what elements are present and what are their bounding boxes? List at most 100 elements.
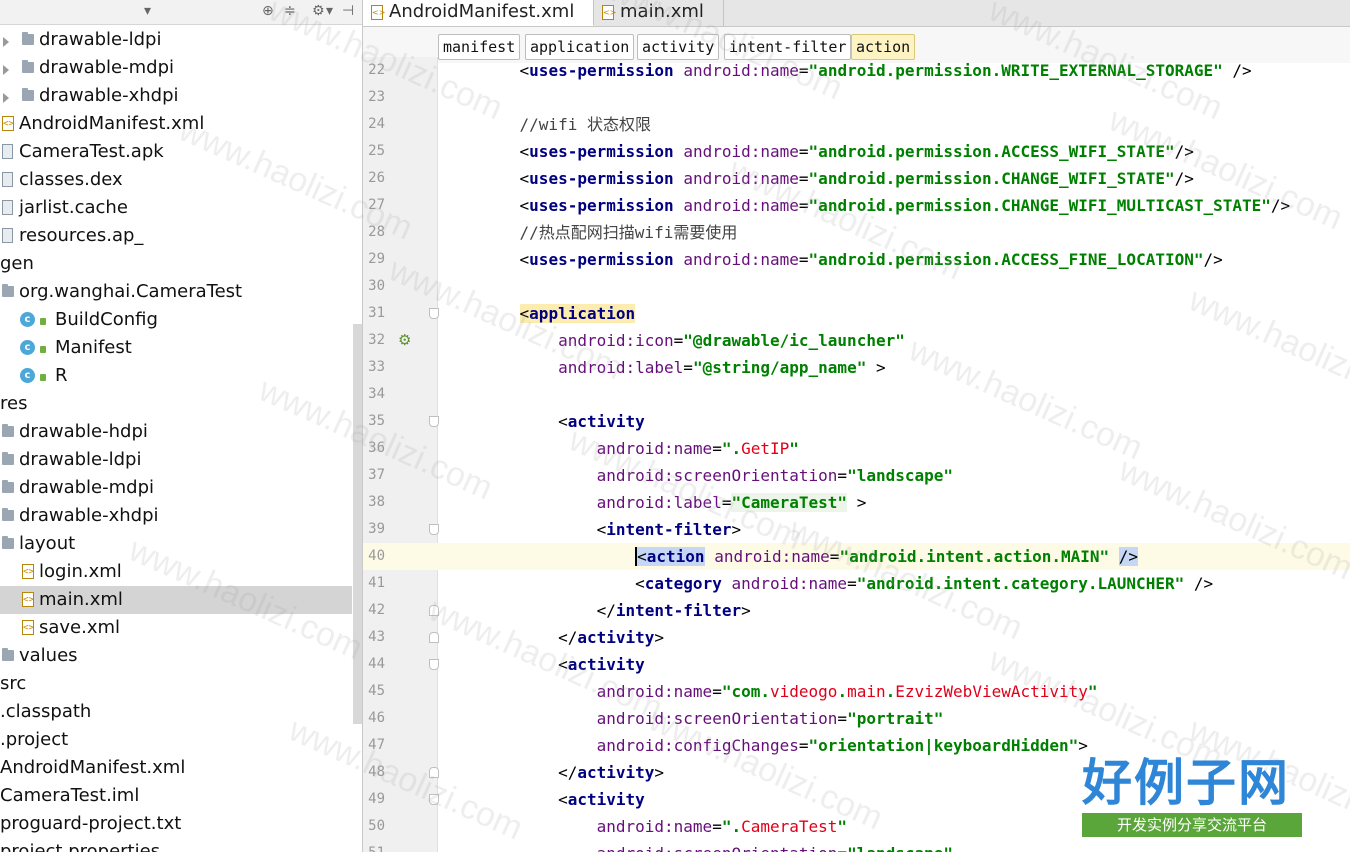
- code-line[interactable]: 45 android:name="com.videogo.main.EzvizW…: [363, 678, 1350, 705]
- code-token: >: [731, 520, 742, 539]
- code-text: //wifi 状态权限: [481, 111, 651, 138]
- tree-item[interactable]: CameraTest.iml: [0, 782, 352, 810]
- code-line[interactable]: 46 android:screenOrientation="portrait": [363, 705, 1350, 732]
- fold-marker-icon[interactable]: [429, 416, 439, 427]
- fold-marker-icon[interactable]: [429, 767, 439, 778]
- code-line[interactable]: 36 android:name=".GetIP": [363, 435, 1350, 462]
- tree-item[interactable]: cR: [0, 362, 352, 390]
- code-line[interactable]: 41 <category android:name="android.inten…: [363, 570, 1350, 597]
- tree-item[interactable]: res: [0, 390, 352, 418]
- tree-item[interactable]: jarlist.cache: [0, 194, 352, 222]
- fold-marker-icon[interactable]: [429, 605, 439, 616]
- code-line[interactable]: 26 <uses-permission android:name="androi…: [363, 165, 1350, 192]
- collapse-icon[interactable]: ≑: [284, 3, 296, 19]
- code-line[interactable]: 42 </intent-filter>: [363, 597, 1350, 624]
- project-scrollbar[interactable]: [353, 324, 362, 724]
- tree-item-label: values: [19, 645, 78, 666]
- tree-item[interactable]: gen: [0, 250, 352, 278]
- tab-main-xml[interactable]: <> main.xml ✕: [594, 0, 724, 45]
- code-line[interactable]: 33 android:label="@string/app_name" >: [363, 354, 1350, 381]
- code-text: <intent-filter>: [481, 516, 742, 543]
- tree-item[interactable]: resources.ap_: [0, 222, 352, 250]
- line-number: 30: [368, 278, 385, 294]
- code-token: "android.permission.CHANGE_WIFI_STATE": [808, 169, 1175, 188]
- tree-item[interactable]: layout: [0, 530, 352, 558]
- dropdown-arrow-icon[interactable]: ▾: [144, 3, 151, 19]
- tree-item[interactable]: drawable-xhdpi: [0, 82, 352, 110]
- class-icon: c: [20, 340, 35, 355]
- tree-item[interactable]: <> save.xml: [0, 614, 352, 642]
- line-number: 24: [368, 116, 385, 132]
- tree-item[interactable]: drawable-xhdpi: [0, 502, 352, 530]
- line-number: 40: [368, 548, 385, 564]
- gear-icon[interactable]: ⚙: [312, 3, 325, 19]
- tree-item[interactable]: project.properties: [0, 838, 352, 852]
- fold-marker-icon[interactable]: [429, 308, 439, 319]
- expand-arrow-icon[interactable]: [3, 37, 9, 47]
- tree-item[interactable]: drawable-hdpi: [0, 418, 352, 446]
- code-text: android:screenOrientation="landscape": [481, 840, 953, 852]
- tab-androidmanifest[interactable]: <> AndroidManifest.xml ✕: [363, 0, 594, 45]
- site-logo: 好例子网 开发实例分享交流平台: [1082, 755, 1302, 843]
- code-token: name: [673, 439, 713, 458]
- fold-marker-icon[interactable]: [429, 524, 439, 535]
- line-number: 50: [368, 818, 385, 834]
- fold-marker-icon[interactable]: [429, 632, 439, 643]
- tree-item-label: CameraTest.iml: [0, 785, 140, 806]
- code-token: <: [481, 790, 568, 809]
- code-line[interactable]: 32 ⚙ android:icon="@drawable/ic_launcher": [363, 327, 1350, 354]
- tree-item-label: drawable-mdpi: [39, 57, 174, 78]
- tree-item[interactable]: c BuildConfig: [0, 306, 352, 334]
- android-resource-icon[interactable]: ⚙: [398, 332, 411, 348]
- code-line[interactable]: 25 <uses-permission android:name="androi…: [363, 138, 1350, 165]
- tree-item[interactable]: <> main.xml: [0, 586, 352, 614]
- tree-item[interactable]: c Manifest: [0, 334, 352, 362]
- code-line[interactable]: 24 //wifi 状态权限: [363, 111, 1350, 138]
- code-line[interactable]: 29 <uses-permission android:name="androi…: [363, 246, 1350, 273]
- expand-arrow-icon[interactable]: [3, 65, 9, 75]
- code-token: android:: [596, 493, 674, 512]
- code-line[interactable]: 38 android:label="CameraTest" >: [363, 489, 1350, 516]
- tree-item[interactable]: <> login.xml: [0, 558, 352, 586]
- code-line[interactable]: 39 <intent-filter>: [363, 516, 1350, 543]
- line-number: 31: [368, 305, 385, 321]
- code-line[interactable]: 30: [363, 273, 1350, 300]
- tree-item[interactable]: .project: [0, 726, 352, 754]
- tree-item[interactable]: classes.dex: [0, 166, 352, 194]
- code-line[interactable]: 35 <activity: [363, 408, 1350, 435]
- tree-item[interactable]: AndroidManifest.xml: [0, 754, 352, 782]
- tree-item[interactable]: src: [0, 670, 352, 698]
- tree-item[interactable]: <> AndroidManifest.xml: [0, 110, 352, 138]
- tree-item[interactable]: .classpath: [0, 698, 352, 726]
- expand-arrow-icon[interactable]: [3, 93, 9, 103]
- tree-item[interactable]: drawable-ldpi: [0, 446, 352, 474]
- tree-item[interactable]: proguard-project.txt: [0, 810, 352, 838]
- tree-item[interactable]: CameraTest.apk: [0, 138, 352, 166]
- code-line[interactable]: 34: [363, 381, 1350, 408]
- tree-item[interactable]: drawable-mdpi: [0, 54, 352, 82]
- code-line[interactable]: 23: [363, 84, 1350, 111]
- tree-item[interactable]: org.wanghai.CameraTest: [0, 278, 352, 306]
- code-line[interactable]: 40 <action android:name="android.intent.…: [363, 543, 1350, 570]
- code-token: />: [1174, 142, 1194, 161]
- tree-item[interactable]: drawable-mdpi: [0, 474, 352, 502]
- tree-item[interactable]: values: [0, 642, 352, 670]
- fold-marker-icon[interactable]: [429, 659, 439, 670]
- hide-panel-icon[interactable]: ⊣: [342, 3, 354, 19]
- line-number: 36: [368, 440, 385, 456]
- code-text: <activity: [481, 786, 645, 813]
- code-line[interactable]: 44 <activity: [363, 651, 1350, 678]
- code-line[interactable]: 27 <uses-permission android:name="androi…: [363, 192, 1350, 219]
- fold-marker-icon[interactable]: [429, 794, 439, 805]
- code-line[interactable]: 28 //热点配网扫描wifi需要使用: [363, 219, 1350, 246]
- code-line[interactable]: 37 android:screenOrientation="landscape": [363, 462, 1350, 489]
- code-line[interactable]: 31 <application: [363, 300, 1350, 327]
- code-line[interactable]: 22 <uses-permission android:name="androi…: [363, 57, 1350, 84]
- tree-item[interactable]: drawable-ldpi: [0, 26, 352, 54]
- chevron-down-icon[interactable]: ▾: [326, 3, 333, 19]
- code-token: android:: [596, 817, 674, 836]
- locate-icon[interactable]: ⊕: [262, 3, 274, 19]
- code-token: ".: [721, 439, 742, 458]
- code-token: <: [481, 574, 645, 593]
- code-line[interactable]: 43 </activity>: [363, 624, 1350, 651]
